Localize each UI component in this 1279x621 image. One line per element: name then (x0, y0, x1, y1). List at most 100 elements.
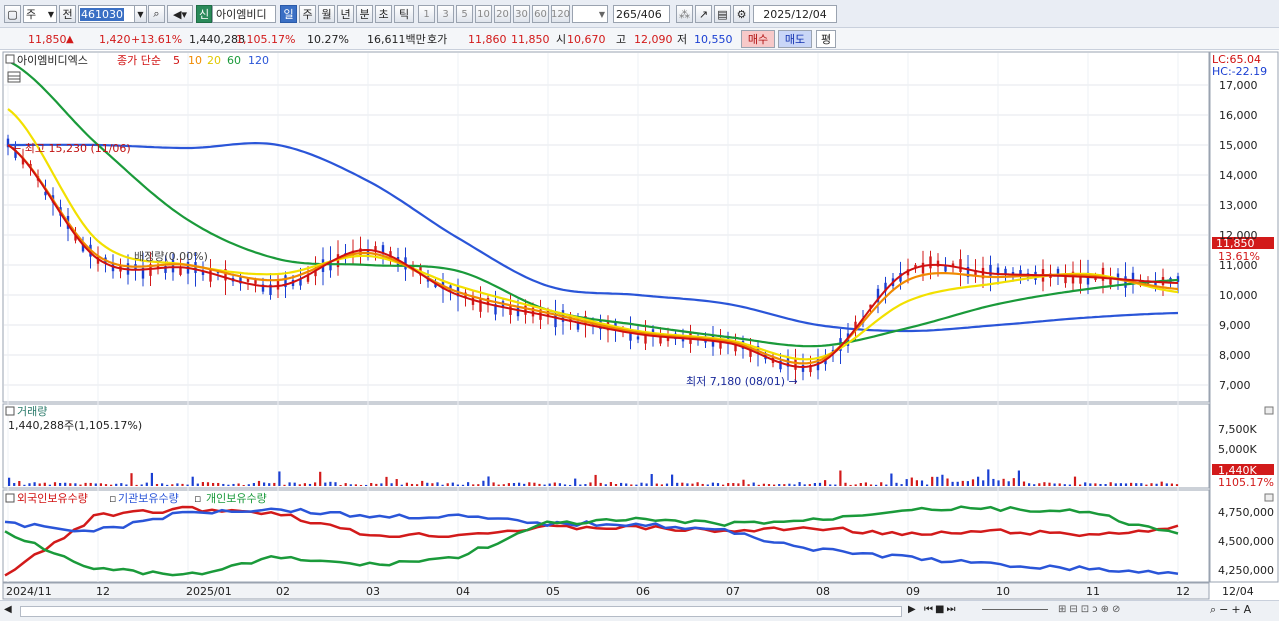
volume-bar (716, 483, 720, 486)
panel-collapse-icon[interactable] (1264, 493, 1274, 502)
interval-3[interactable]: 3 (437, 5, 454, 23)
volume-bar (212, 482, 215, 486)
volume-bar (339, 484, 342, 486)
scroll-bar[interactable]: ◀ ▶ ⏮■⏭ ⊞⊟⊡ↄ⊕⊘ ⌕−+A (0, 600, 1279, 621)
search-icon[interactable]: ⌕ (148, 5, 165, 23)
volume-bar (681, 482, 684, 486)
volume-bar (864, 482, 867, 486)
volume-bar (74, 483, 77, 486)
tab-tick[interactable]: 틱 (394, 5, 414, 23)
interval-30[interactable]: 30 (513, 5, 530, 23)
volume-bar (324, 482, 327, 486)
volume-y-tick: 5,000K (1218, 443, 1257, 456)
code-dropdown-icon[interactable]: ▼ (134, 5, 147, 23)
x-axis-label: 12 (96, 585, 110, 598)
interval-20[interactable]: 20 (494, 5, 511, 23)
scroll-right-icon[interactable]: ▶ (908, 604, 918, 616)
tab-minute[interactable]: 분 (356, 5, 373, 23)
volume-bar (283, 484, 286, 486)
candle-body (921, 262, 925, 274)
sell-button[interactable]: 매도 (778, 30, 812, 48)
interval-5[interactable]: 5 (456, 5, 473, 23)
volume-bar (1140, 483, 1143, 486)
volume-bar (176, 483, 179, 486)
volume-bar (64, 482, 67, 486)
scroll-left-icon[interactable]: ◀ (4, 604, 14, 616)
interval-60[interactable]: 60 (532, 5, 549, 23)
volume-bar (834, 484, 837, 486)
volume-bar (783, 484, 786, 486)
volume-bar (824, 480, 827, 486)
zoom-controls-icon[interactable]: ⌕−+A (1210, 603, 1276, 617)
volume-bar (895, 482, 898, 486)
prev-button[interactable]: 전 (59, 5, 76, 23)
volume-bar (196, 483, 199, 486)
volume-bar (191, 476, 194, 486)
panel-menu-icon[interactable] (5, 406, 15, 416)
panel-collapse-icon[interactable] (1264, 406, 1274, 415)
volume-bar (931, 476, 934, 486)
volume-bar (135, 484, 138, 486)
volume-bar (747, 484, 750, 486)
interval-10[interactable]: 10 (475, 5, 492, 23)
date-field[interactable]: 2025/12/04 (753, 5, 837, 23)
stock-chart[interactable]: 아이엠비디엑스 종가 단순 5 10 20 60 120 LC:65.04 HC… (0, 51, 1279, 601)
candle-body (636, 336, 640, 340)
volume-bar (497, 484, 500, 486)
chart-tools-icon[interactable]: ⊞⊟⊡ↄ⊕⊘ (1058, 604, 1198, 616)
volume-bar (467, 482, 470, 486)
tab-day[interactable]: 일 (280, 5, 297, 23)
tab-year[interactable]: 년 (337, 5, 354, 23)
candle-body (1019, 270, 1022, 275)
panel-menu-icon[interactable] (5, 493, 15, 503)
volume-bar (645, 483, 648, 486)
drawing-tool-icon[interactable]: ↗ (695, 5, 712, 23)
tab-week[interactable]: 주 (299, 5, 316, 23)
volume-bar (171, 484, 174, 486)
grid-icon[interactable]: ⁂ (676, 5, 693, 23)
volume-bar (375, 483, 378, 486)
period-type-select[interactable]: 주 ▼ (23, 5, 57, 23)
candle-body (659, 336, 662, 344)
save-icon[interactable]: ▤ (714, 5, 731, 23)
volume-bar (257, 480, 261, 486)
interval-120[interactable]: 120 (551, 5, 570, 23)
price-panel-title: 아이엠비디엑스 (17, 54, 88, 67)
volume-bar (104, 484, 108, 486)
gear-icon[interactable]: ⚙ (733, 5, 750, 23)
x-axis-label: 02 (276, 585, 290, 598)
buy-button[interactable]: 매수 (741, 30, 775, 48)
volume-bar (161, 483, 164, 486)
holdings-y-tick: 4,500,000 (1218, 535, 1274, 548)
speaker-icon[interactable]: ◀▾ (167, 5, 193, 23)
evaluate-button[interactable]: 평 (816, 30, 836, 48)
volume-bar (711, 482, 714, 486)
tab-second[interactable]: 초 (375, 5, 392, 23)
volume-bar (609, 482, 612, 486)
volume-bar (385, 476, 388, 486)
volume-bar (553, 482, 556, 486)
bar-count-field[interactable]: 265/406 (613, 5, 670, 23)
zoom-slider[interactable] (982, 609, 1048, 610)
volume-bar (594, 474, 597, 486)
volume-value-label: 1,440,288주(1,105.17%) (8, 419, 142, 432)
volume-bar (1022, 481, 1026, 486)
window-menu-icon[interactable]: ▢ (4, 5, 21, 23)
volume-bar (1007, 481, 1010, 486)
volume-bar (742, 479, 745, 486)
x-axis-label: 2025/01 (186, 585, 232, 598)
tab-month[interactable]: 월 (318, 5, 335, 23)
volume-bar (920, 480, 924, 486)
volume-bar (33, 482, 36, 486)
scroll-track[interactable] (20, 606, 902, 617)
volume-bar (8, 477, 11, 486)
interval-custom-select[interactable]: ▼ (572, 5, 608, 23)
table-icon[interactable] (7, 71, 21, 83)
playback-controls-icon[interactable]: ⏮■⏭ (924, 604, 984, 616)
interval-1[interactable]: 1 (418, 5, 435, 23)
panel-menu-icon[interactable] (5, 54, 15, 64)
volume-bar (166, 484, 169, 486)
volume-bar (941, 474, 944, 486)
volume-bar (263, 482, 266, 486)
volume-bar (558, 483, 561, 486)
